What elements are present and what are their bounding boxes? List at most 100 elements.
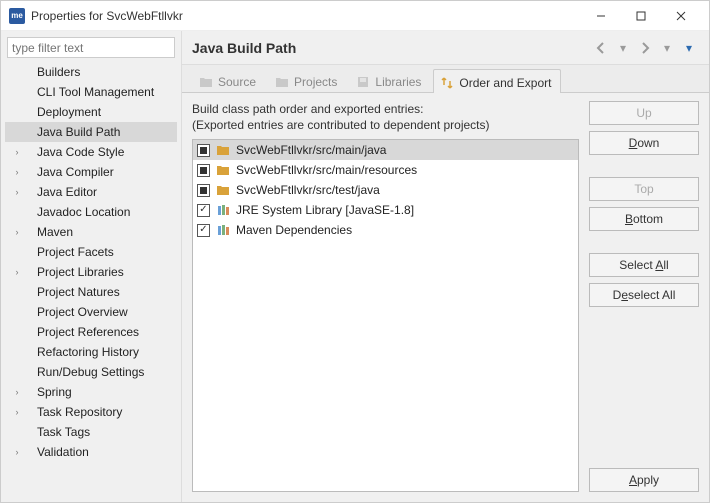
description-line2: (Exported entries are contributed to dep… — [192, 117, 579, 133]
tree-item-java-build-path[interactable]: Java Build Path — [5, 122, 177, 142]
bottom-button[interactable]: Bottom — [589, 207, 699, 231]
pkg-icon — [216, 184, 230, 196]
tree-item-spring[interactable]: ›Spring — [5, 382, 177, 402]
expand-icon: › — [11, 167, 23, 177]
entry-row[interactable]: SvcWebFtllvkr/src/main/resources — [193, 160, 578, 180]
tree-item-label: Validation — [23, 445, 89, 459]
tree-item-builders[interactable]: Builders — [5, 62, 177, 82]
entries-listbox[interactable]: SvcWebFtllvkr/src/main/java SvcWebFtllvkr… — [192, 139, 579, 492]
tab-label: Projects — [294, 75, 337, 89]
tree-item-validation[interactable]: ›Validation — [5, 442, 177, 462]
tab-label: Libraries — [375, 75, 421, 89]
tree-item-project-libraries[interactable]: ›Project Libraries — [5, 262, 177, 282]
tree-item-task-tags[interactable]: Task Tags — [5, 422, 177, 442]
entry-row[interactable]: ✓Maven Dependencies — [193, 220, 578, 240]
app-icon: me — [9, 8, 25, 24]
body-area: Build class path order and exported entr… — [182, 93, 709, 502]
entry-row[interactable]: SvcWebFtllvkr/src/test/java — [193, 180, 578, 200]
back-menu-caret[interactable]: ▾ — [613, 38, 633, 58]
tree-item-label: Deployment — [23, 105, 101, 119]
tree-item-task-repository[interactable]: ›Task Repository — [5, 402, 177, 422]
filter-input[interactable] — [7, 37, 175, 58]
category-tree[interactable]: Builders CLI Tool Management Deployment Jav… — [5, 62, 177, 498]
pkg-icon — [216, 144, 230, 156]
folder-icon — [275, 75, 289, 89]
tree-item-cli-tool-management[interactable]: CLI Tool Management — [5, 82, 177, 102]
tree-item-java-compiler[interactable]: ›Java Compiler — [5, 162, 177, 182]
checkbox[interactable] — [197, 184, 210, 197]
entry-label: SvcWebFtllvkr/src/main/java — [236, 143, 386, 157]
top-button[interactable]: Top — [589, 177, 699, 201]
tree-item-label: Run/Debug Settings — [23, 365, 144, 379]
folder-icon — [199, 75, 213, 89]
description-line1: Build class path order and exported entr… — [192, 101, 579, 117]
tree-item-deployment[interactable]: Deployment — [5, 102, 177, 122]
tab-bar: Source Projects Libraries Order and Export — [182, 65, 709, 93]
entry-label: SvcWebFtllvkr/src/test/java — [236, 183, 380, 197]
window-title: Properties for SvcWebFtllvkr — [31, 9, 581, 23]
pkg-icon — [216, 164, 230, 176]
entry-row[interactable]: ✓ JRE System Library [JavaSE-1.8] — [193, 200, 578, 220]
expand-icon: › — [11, 447, 23, 457]
main: Builders CLI Tool Management Deployment Jav… — [1, 31, 709, 502]
tree-item-label: CLI Tool Management — [23, 85, 154, 99]
apply-button[interactable]: Apply — [589, 468, 699, 492]
expand-icon: › — [11, 187, 23, 197]
tree-item-run-debug-settings[interactable]: Run/Debug Settings — [5, 362, 177, 382]
up-button[interactable]: Up — [589, 101, 699, 125]
checkbox[interactable]: ✓ — [197, 224, 210, 237]
titlebar: me Properties for SvcWebFtllvkr — [1, 1, 709, 31]
entry-row[interactable]: SvcWebFtllvkr/src/main/java — [193, 140, 578, 160]
tree-item-java-editor[interactable]: ›Java Editor — [5, 182, 177, 202]
deselect-all-button[interactable]: Deselect All — [589, 283, 699, 307]
page-title: Java Build Path — [192, 40, 589, 56]
tree-item-label: Java Editor — [23, 185, 97, 199]
expand-icon: › — [11, 267, 23, 277]
tree-item-label: Task Tags — [23, 425, 90, 439]
tree-item-maven[interactable]: ›Maven — [5, 222, 177, 242]
order-icon — [440, 76, 454, 90]
tree-item-label: Java Build Path — [23, 125, 120, 139]
checkbox[interactable] — [197, 164, 210, 177]
tree-item-label: Task Repository — [23, 405, 122, 419]
tree-item-label: Project Natures — [23, 285, 120, 299]
select-all-button[interactable]: Select All — [589, 253, 699, 277]
entry-label: SvcWebFtllvkr/src/main/resources — [236, 163, 417, 177]
tree-item-project-overview[interactable]: Project Overview — [5, 302, 177, 322]
forward-button[interactable] — [635, 38, 655, 58]
content-header: Java Build Path ▾ ▾ ▾ — [182, 31, 709, 65]
tab-order-and-export[interactable]: Order and Export — [433, 69, 561, 93]
expand-icon: › — [11, 147, 23, 157]
tree-item-label: Java Code Style — [23, 145, 124, 159]
tree-item-label: Project Overview — [23, 305, 128, 319]
tab-label: Source — [218, 75, 256, 89]
tree-item-refactoring-history[interactable]: Refactoring History — [5, 342, 177, 362]
tree-item-label: Refactoring History — [23, 345, 139, 359]
left-column: Build class path order and exported entr… — [192, 101, 579, 492]
tree-item-label: Project Libraries — [23, 265, 124, 279]
entry-label: JRE System Library [JavaSE-1.8] — [236, 203, 414, 217]
tree-item-project-references[interactable]: Project References — [5, 322, 177, 342]
lib-icon — [216, 224, 230, 236]
tab-libraries[interactable]: Libraries — [349, 68, 431, 92]
forward-menu-caret[interactable]: ▾ — [657, 38, 677, 58]
tree-item-javadoc-location[interactable]: Javadoc Location — [5, 202, 177, 222]
view-menu-caret[interactable]: ▾ — [679, 38, 699, 58]
tree-item-project-natures[interactable]: Project Natures — [5, 282, 177, 302]
tree-item-project-facets[interactable]: Project Facets — [5, 242, 177, 262]
content: Java Build Path ▾ ▾ ▾ Source Projects Libr… — [181, 31, 709, 502]
maximize-button[interactable] — [621, 2, 661, 30]
expand-icon: › — [11, 227, 23, 237]
tab-projects[interactable]: Projects — [268, 68, 347, 92]
checkbox[interactable] — [197, 144, 210, 157]
back-button[interactable] — [591, 38, 611, 58]
right-column: Up Down Top Bottom Select All Deselect A… — [589, 101, 699, 492]
tab-source[interactable]: Source — [192, 68, 266, 92]
down-button[interactable]: Down — [589, 131, 699, 155]
close-button[interactable] — [661, 2, 701, 30]
tree-item-label: Builders — [23, 65, 80, 79]
tree-item-java-code-style[interactable]: ›Java Code Style — [5, 142, 177, 162]
minimize-button[interactable] — [581, 2, 621, 30]
checkbox[interactable]: ✓ — [197, 204, 210, 217]
sidebar: Builders CLI Tool Management Deployment Jav… — [1, 31, 181, 502]
